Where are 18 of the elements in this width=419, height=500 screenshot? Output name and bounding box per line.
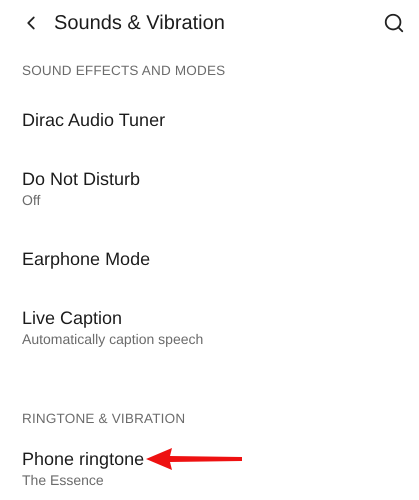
item-title: Earphone Mode bbox=[22, 248, 150, 270]
settings-item[interactable]: Earphone Mode bbox=[0, 228, 419, 290]
item-title: Dirac Audio Tuner bbox=[22, 109, 166, 131]
settings-item[interactable]: Live Caption Automatically caption speech bbox=[0, 290, 419, 367]
search-button[interactable] bbox=[383, 12, 405, 34]
screen-title: Sounds & Vibration bbox=[54, 12, 226, 34]
settings-item[interactable]: Dirac Audio Tuner bbox=[0, 89, 419, 151]
settings-item[interactable]: Phone ringtone The Essence bbox=[0, 437, 419, 500]
section-heading: SOUND EFFECTS AND MODES bbox=[21, 62, 226, 80]
search-icon bbox=[383, 12, 405, 34]
item-subtitle: Off bbox=[22, 191, 42, 210]
item-title: Phone ringtone bbox=[22, 448, 144, 470]
item-title: Live Caption bbox=[22, 307, 122, 329]
item-title: Do Not Disturb bbox=[22, 168, 140, 190]
item-subtitle: Automatically caption speech bbox=[22, 330, 204, 349]
item-subtitle: The Essence bbox=[22, 471, 105, 490]
settings-item[interactable]: Do Not Disturb Off bbox=[0, 151, 419, 228]
section-heading: RINGTONE & VIBRATION bbox=[21, 410, 186, 428]
